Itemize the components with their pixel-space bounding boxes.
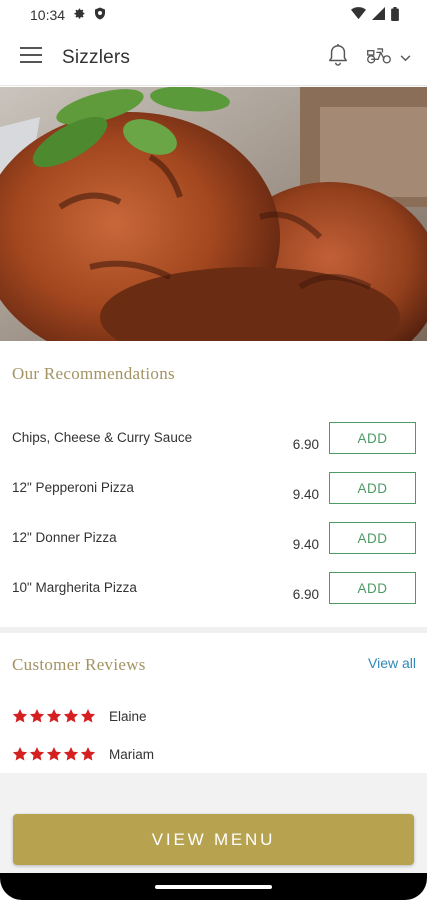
star-icon xyxy=(29,709,45,723)
rating-stars xyxy=(12,708,96,724)
add-button[interactable]: ADD xyxy=(329,572,416,604)
home-gesture-handle[interactable] xyxy=(155,885,272,889)
menu-button[interactable] xyxy=(0,30,62,86)
item-price: 6.90 xyxy=(292,437,319,452)
app-bar: Sizzlers xyxy=(0,30,427,86)
view-all-reviews-link[interactable]: View all xyxy=(368,655,416,671)
item-name: 12" Donner Pizza xyxy=(12,530,117,545)
item-price: 9.40 xyxy=(292,487,319,502)
rating-stars xyxy=(12,746,96,762)
battery-icon xyxy=(391,6,399,24)
status-bar: 10:34 xyxy=(0,0,427,30)
star-icon xyxy=(80,747,96,761)
item-name: 12" Pepperoni Pizza xyxy=(12,480,134,495)
recommendations-title: Our Recommendations xyxy=(12,364,175,383)
reviews-title: Customer Reviews xyxy=(12,655,146,674)
star-icon xyxy=(46,709,62,723)
star-icon xyxy=(46,747,62,761)
review-item: Elaine xyxy=(12,704,147,728)
recommendations-section: Our Recommendations Chips, Cheese & Curr… xyxy=(0,342,427,627)
review-item: Mariam xyxy=(12,742,154,766)
item-name: 10" Margherita Pizza xyxy=(12,580,137,595)
settings-gear-icon xyxy=(73,7,86,23)
bell-icon xyxy=(327,43,349,72)
cellular-signal-icon xyxy=(372,7,385,23)
reviews-section: Customer Reviews View all Elaine Mariam xyxy=(0,633,427,773)
recommendation-item: 12" Pepperoni Pizza 9.40 ADD xyxy=(0,472,427,522)
hamburger-menu-icon xyxy=(20,47,42,68)
star-icon xyxy=(29,747,45,761)
add-button[interactable]: ADD xyxy=(329,422,416,454)
status-time: 10:34 xyxy=(30,7,66,23)
add-button[interactable]: ADD xyxy=(329,472,416,504)
add-button[interactable]: ADD xyxy=(329,522,416,554)
reviewer-name: Elaine xyxy=(109,708,147,724)
delivery-mode-selector[interactable] xyxy=(366,38,411,78)
reviewer-name: Mariam xyxy=(109,746,155,762)
recommendation-item: 10" Margherita Pizza 6.90 ADD xyxy=(0,572,427,622)
hero-image xyxy=(0,87,427,341)
view-menu-button[interactable]: VIEW MENU xyxy=(13,814,414,865)
scooter-icon xyxy=(366,45,392,70)
item-name: Chips, Cheese & Curry Sauce xyxy=(12,430,193,445)
recommendation-item: Chips, Cheese & Curry Sauce 6.90 ADD xyxy=(0,422,427,472)
item-price: 6.90 xyxy=(292,587,319,602)
star-icon xyxy=(63,747,79,761)
page-title: Sizzlers xyxy=(62,46,131,68)
star-icon xyxy=(80,709,96,723)
recommendation-item: 12" Donner Pizza 9.40 ADD xyxy=(0,522,427,572)
shield-icon xyxy=(94,7,106,23)
star-icon xyxy=(12,747,28,761)
star-icon xyxy=(12,709,28,723)
wifi-icon xyxy=(351,7,366,23)
item-price: 9.40 xyxy=(292,537,319,552)
notifications-button[interactable] xyxy=(320,38,356,78)
system-navigation-bar xyxy=(0,873,427,900)
chevron-down-icon xyxy=(400,49,411,67)
star-icon xyxy=(63,709,79,723)
